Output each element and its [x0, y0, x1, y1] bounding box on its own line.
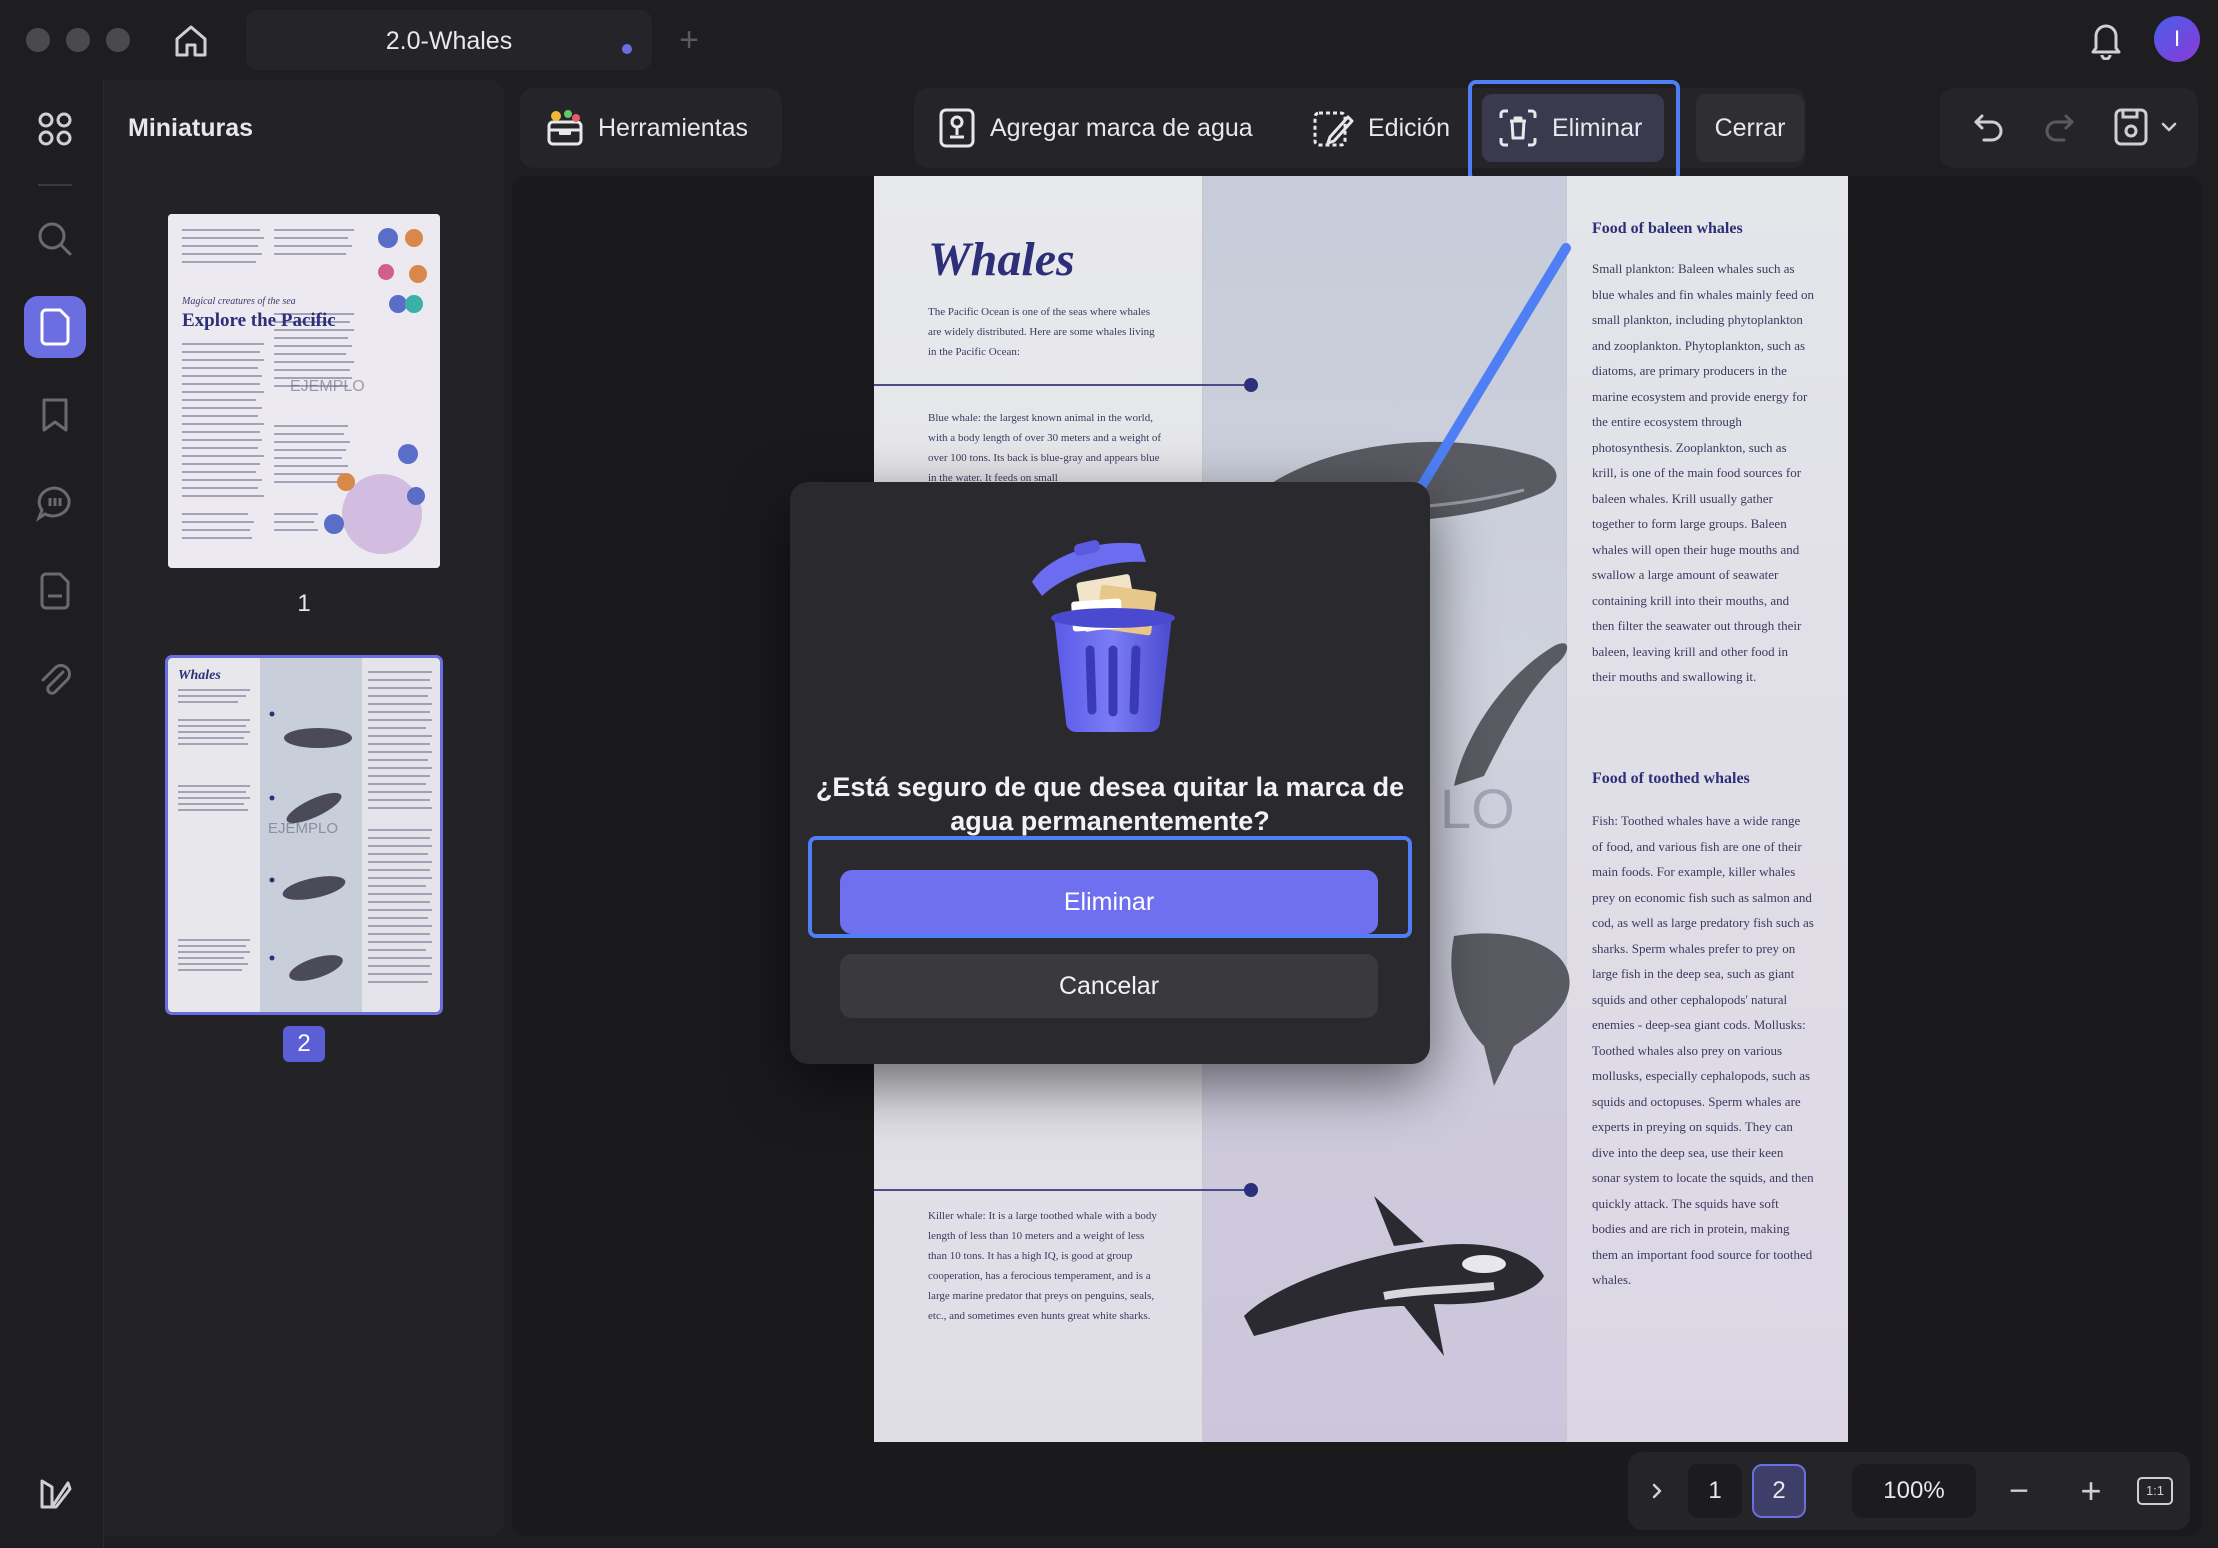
- document-intro: The Pacific Ocean is one of the seas whe…: [928, 306, 1155, 358]
- rail-separator: [38, 184, 72, 186]
- bell-icon: [2091, 24, 2121, 60]
- thumbnail-1-subtitle: Magical creatures of the sea: [182, 296, 296, 307]
- rail-layers-button[interactable]: [24, 1462, 86, 1524]
- thumbnail-panel-title: Miniaturas: [128, 114, 254, 142]
- thumbnail-page-2[interactable]: Whales EJEMPLO: [165, 655, 443, 1015]
- thumbnail-2-watermark: EJEMPLO: [268, 820, 339, 837]
- rail-search-button[interactable]: [24, 208, 86, 270]
- remove-watermark-dialog: ¿Está seguro de que desea quitar la marc…: [790, 482, 1430, 1064]
- killer-whale-text: Killer whale: It is a large toothed whal…: [928, 1210, 1157, 1322]
- new-tab-button[interactable]: +: [672, 20, 706, 60]
- layers-icon: [40, 1479, 72, 1509]
- rail-bookmark-button[interactable]: [24, 384, 86, 446]
- blue-whale-text: Blue whale: the largest known animal in …: [928, 412, 1162, 484]
- document-tab-title: 2.0-Whales: [385, 27, 513, 55]
- attachment-icon: [41, 664, 71, 695]
- close-watermark-button[interactable]: Cerrar: [1696, 94, 1804, 162]
- add-watermark-button[interactable]: Agregar marca de agua: [938, 88, 1253, 168]
- thumbnail-1-watermark: EJEMPLO: [290, 378, 365, 395]
- toothed-heading: Food of toothed whales: [1592, 770, 1750, 787]
- page-1-button[interactable]: 1: [1688, 1464, 1742, 1518]
- divider-line: [874, 384, 1252, 386]
- document-tab[interactable]: 2.0-Whales: [246, 10, 652, 70]
- edit-label: Edición: [1368, 113, 1450, 142]
- chevron-down-icon: [2161, 122, 2177, 132]
- sperm-whale-image: [1451, 933, 1570, 1086]
- close-window-button[interactable]: [26, 28, 50, 52]
- thumbnail-page-1[interactable]: Magical creatures of the sea Explore the…: [168, 214, 440, 568]
- trash-can-illustration: [1032, 540, 1175, 732]
- actual-size-button[interactable]: 1:1: [2132, 1468, 2178, 1514]
- save-icon: [2114, 108, 2148, 146]
- home-icon: [175, 25, 207, 57]
- killer-whale-image: [1244, 1196, 1544, 1356]
- rail-pages-button[interactable]: [24, 296, 86, 358]
- title-bar: 2.0-Whales + I: [0, 0, 2218, 80]
- grid-icon: [38, 112, 72, 146]
- home-button[interactable]: [168, 18, 214, 64]
- bookmark-icon: [42, 398, 68, 432]
- thumbnail-1-title: Explore the Pacific: [182, 310, 336, 331]
- page-2-button[interactable]: 2: [1752, 1464, 1806, 1518]
- tools-label: Herramientas: [598, 113, 749, 142]
- chevron-right-icon: [1652, 1483, 1662, 1499]
- zoom-level[interactable]: 100%: [1852, 1464, 1976, 1518]
- expand-pager-button[interactable]: [1640, 1468, 1674, 1514]
- tools-button[interactable]: Herramientas: [546, 88, 748, 168]
- redo-icon: [2045, 114, 2074, 142]
- zoom-window-button[interactable]: [106, 28, 130, 52]
- add-watermark-label: Agregar marca de agua: [990, 113, 1253, 142]
- form-icon: [40, 572, 70, 610]
- baleen-heading: Food of baleen whales: [1592, 220, 1743, 237]
- save-options-button[interactable]: [2154, 104, 2184, 150]
- zoom-in-button[interactable]: +: [2068, 1468, 2114, 1514]
- divider-line-2: [874, 1189, 1252, 1191]
- user-avatar[interactable]: I: [2154, 16, 2200, 62]
- toothed-text: Fish: Toothed whales have a wide range o…: [1592, 813, 1814, 1287]
- tools-group: Herramientas: [520, 88, 782, 168]
- rail-form-button[interactable]: [24, 560, 86, 622]
- unsaved-indicator: [622, 44, 632, 54]
- remove-button-highlight: [1468, 80, 1680, 182]
- undo-icon: [1974, 114, 2003, 142]
- search-icon: [38, 222, 72, 256]
- notifications-button[interactable]: [2086, 18, 2126, 60]
- page-navigation-bar: 1 2 100% − + 1:1: [1628, 1452, 2190, 1530]
- thumbnail-page-1-label: 1: [297, 590, 311, 617]
- watermark-fragment: LO: [1440, 777, 1515, 840]
- fit-label: 1:1: [2137, 1477, 2173, 1505]
- rail-comment-button[interactable]: [24, 472, 86, 534]
- cancel-button[interactable]: Cancelar: [840, 954, 1378, 1018]
- watermark-add-icon: [939, 108, 975, 148]
- dialog-question: ¿Está seguro de que desea quitar la marc…: [815, 772, 1405, 836]
- left-rail: [0, 80, 104, 1548]
- page-icon: [40, 308, 70, 346]
- undo-button[interactable]: [1966, 104, 2012, 150]
- thumbnail-page-2-label: 2: [283, 1026, 325, 1062]
- toolbox-icon: [547, 110, 583, 146]
- history-toolbar: [1940, 88, 2198, 168]
- confirm-remove-button[interactable]: Eliminar: [840, 870, 1378, 934]
- rail-grid-button[interactable]: [24, 98, 86, 160]
- baleen-text: Small plankton: Baleen whales such as bl…: [1592, 261, 1815, 684]
- document-title: Whales: [928, 233, 1075, 286]
- minimize-window-button[interactable]: [66, 28, 90, 52]
- thumbnail-panel: Miniaturas Magical creatures of the sea …: [104, 80, 504, 1536]
- redo-button[interactable]: [2036, 104, 2082, 150]
- edit-pencil-icon: [1313, 111, 1354, 147]
- thumbnail-2-title: Whales: [178, 668, 221, 683]
- zoom-out-button[interactable]: −: [1996, 1468, 2042, 1514]
- edit-watermark-button[interactable]: Edición: [1312, 88, 1450, 168]
- rail-attachment-button[interactable]: [24, 648, 86, 710]
- comment-icon: [35, 486, 71, 522]
- save-button[interactable]: [2108, 104, 2154, 150]
